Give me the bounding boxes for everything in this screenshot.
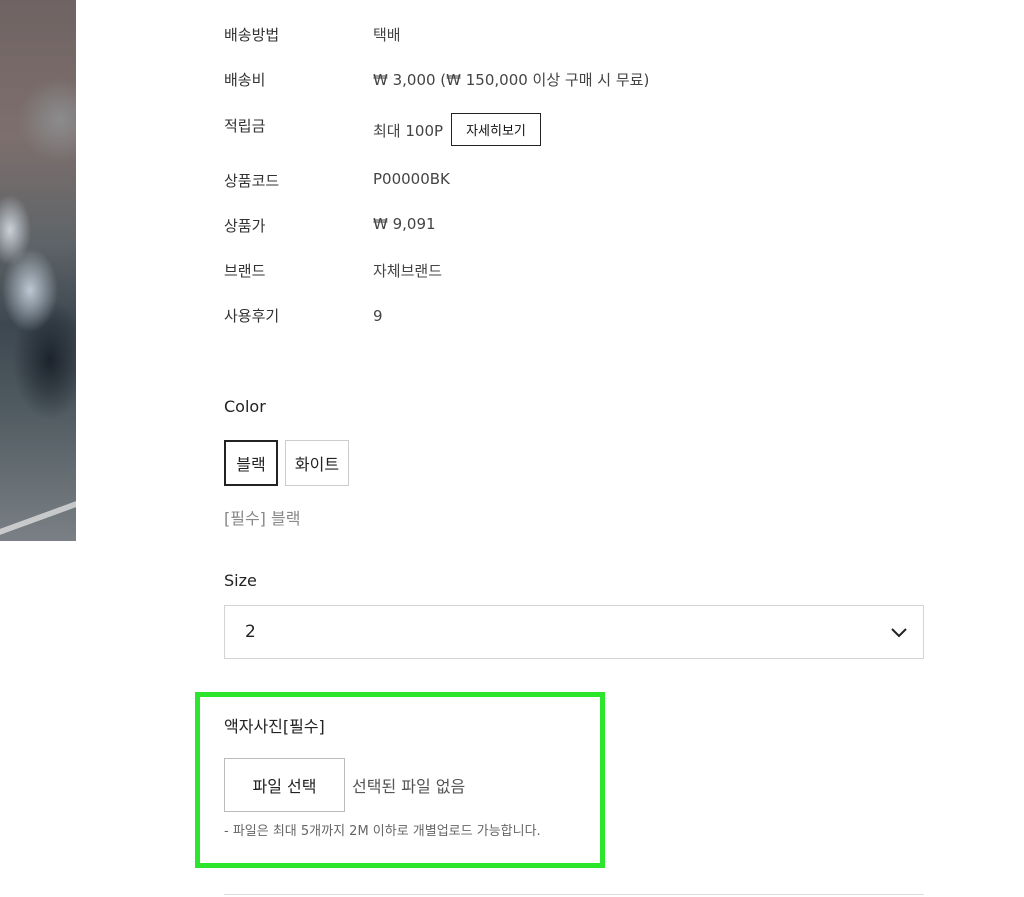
selected-color-text: [필수] 블랙 — [224, 509, 301, 528]
info-label: 배송비 — [224, 71, 266, 89]
color-swatch-black[interactable]: 블랙 — [224, 440, 278, 486]
info-value: ₩ 9,091 — [373, 215, 436, 233]
info-value: P00000BK — [373, 170, 450, 188]
info-value: ₩ 3,000 (₩ 150,000 이상 구매 시 무료) — [373, 71, 650, 89]
info-label: 상품코드 — [224, 172, 280, 190]
size-selected-value: 2 — [245, 622, 256, 642]
info-value: 자체브랜드 — [373, 262, 443, 280]
file-select-button[interactable]: 파일 선택 — [224, 758, 345, 812]
size-select[interactable]: 2 — [224, 605, 924, 659]
divider — [224, 894, 924, 895]
info-label: 배송방법 — [224, 26, 280, 44]
info-value: 최대 100P — [373, 122, 444, 140]
points-detail-button[interactable]: 자세히보기 — [451, 113, 541, 146]
color-swatch-white[interactable]: 화이트 — [285, 440, 349, 486]
size-option-title: Size — [224, 571, 257, 590]
file-status-text: 선택된 파일 없음 — [352, 777, 466, 796]
color-option-title: Color — [224, 397, 266, 416]
info-value: 택배 — [373, 26, 401, 44]
chevron-down-icon — [891, 628, 907, 638]
info-label: 사용후기 — [224, 307, 280, 325]
info-value: 9 — [373, 307, 383, 325]
product-detail-page: 배송방법 택배 배송비 ₩ 3,000 (₩ 150,000 이상 구매 시 무… — [0, 0, 1024, 897]
upload-hint-text: - 파일은 최대 5개까지 2M 이하로 개별업로드 가능합니다. — [224, 824, 541, 839]
product-image[interactable] — [0, 0, 76, 541]
upload-title: 액자사진[필수] — [224, 717, 325, 736]
info-label: 상품가 — [224, 217, 266, 235]
info-label: 적립금 — [224, 117, 266, 135]
info-label: 브랜드 — [224, 262, 266, 280]
